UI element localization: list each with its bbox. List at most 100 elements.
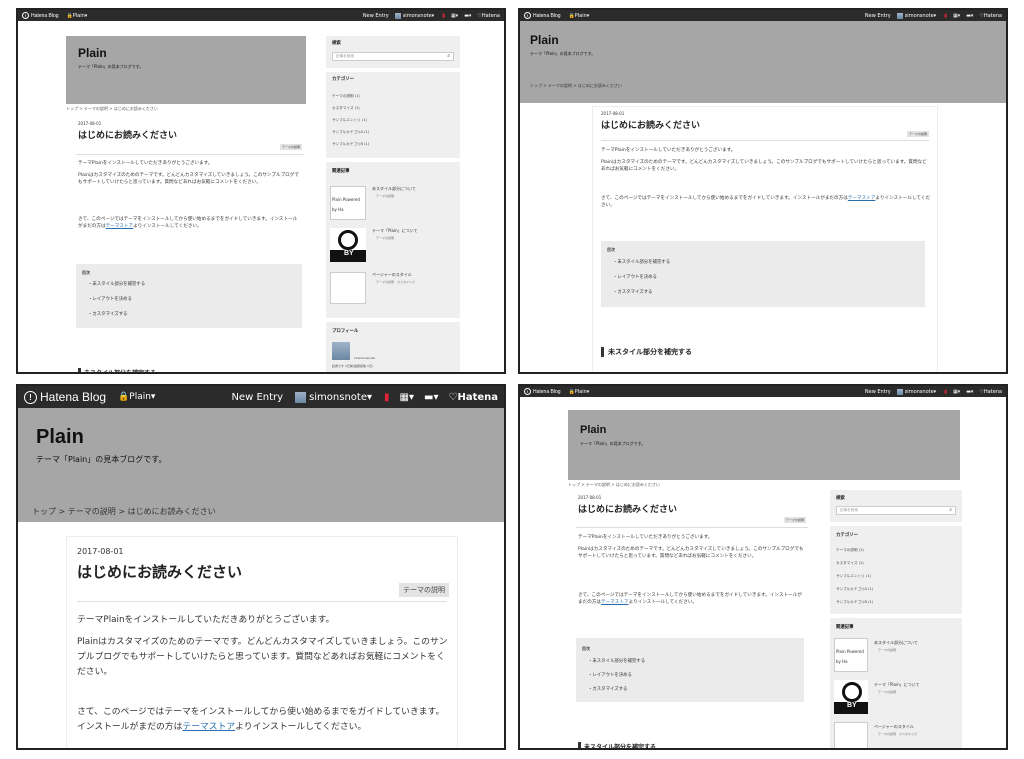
section-heading: 未スタイル部分を補完する bbox=[78, 368, 156, 372]
new-entry-link[interactable]: New Entry bbox=[865, 389, 891, 395]
category-item[interactable]: サンプルカテゴリA (1) bbox=[332, 130, 369, 135]
category-item[interactable]: サンプルカテゴリA (1) bbox=[836, 587, 873, 592]
entry-date[interactable]: 2017-08-01 bbox=[77, 547, 124, 556]
user-menu[interactable]: simonsnote ▾ bbox=[394, 12, 434, 19]
hatena-blog-logo[interactable]: ! Hatena Blog bbox=[524, 388, 561, 395]
blog-title[interactable]: Plain bbox=[36, 426, 84, 449]
hatena-blog-logo[interactable]: ! Hatena Blog bbox=[524, 12, 561, 19]
blog-title[interactable]: Plain bbox=[580, 424, 606, 436]
theme-store-link[interactable]: テーマストア bbox=[848, 196, 876, 201]
theme-store-link[interactable]: テーマストア bbox=[106, 224, 134, 229]
profile-heading: プロフィール bbox=[332, 329, 359, 334]
breadcrumb-category[interactable]: テーマの説明 bbox=[84, 106, 108, 111]
blog-title[interactable]: Plain bbox=[78, 46, 107, 60]
blog-menu[interactable]: 🔒 Plain ▾ bbox=[67, 13, 88, 19]
category-item[interactable]: サンプルカテゴリB (1) bbox=[836, 600, 873, 605]
comment-icon[interactable]: ▬▾ bbox=[424, 392, 438, 403]
bookmark-icon[interactable]: ▮ bbox=[944, 13, 947, 19]
related-title[interactable]: 未スタイル部分について bbox=[372, 186, 416, 192]
hatena-blog-logo[interactable]: ! Hatena Blog bbox=[22, 12, 59, 19]
theme-store-link[interactable]: テーマストア bbox=[182, 722, 235, 732]
toc-item[interactable]: ・カスタマイズする bbox=[88, 311, 127, 317]
comment-icon[interactable]: ▬▾ bbox=[966, 389, 973, 395]
entry-title[interactable]: はじめにお読みください bbox=[578, 502, 677, 515]
search-heading: 検索 bbox=[836, 496, 845, 501]
apps-icon[interactable]: ▦▾ bbox=[400, 392, 414, 403]
related-thumbnail[interactable] bbox=[834, 722, 868, 748]
breadcrumb-top[interactable]: トップ bbox=[568, 482, 580, 487]
hatena-link[interactable]: ♡ Hatena bbox=[448, 392, 498, 403]
related-thumbnail[interactable] bbox=[330, 272, 366, 304]
category-item[interactable]: カスタマイズ (1) bbox=[836, 561, 864, 566]
blog-menu[interactable]: 🔒 Plain ▾ bbox=[569, 389, 590, 395]
user-menu[interactable]: simonsnote ▾ bbox=[295, 391, 372, 403]
hatena-link[interactable]: ♡ Hatena bbox=[979, 389, 1002, 395]
breadcrumb-top[interactable]: トップ bbox=[530, 83, 542, 88]
profile-name[interactable]: id:simonsnote bbox=[354, 356, 375, 360]
entry-category[interactable]: テーマの説明 bbox=[783, 517, 806, 523]
entry-date[interactable]: 2017-08-01 bbox=[78, 121, 101, 126]
entry-date[interactable]: 2017-08-01 bbox=[578, 495, 601, 500]
apps-icon[interactable]: ▦▾ bbox=[451, 13, 458, 19]
category-item[interactable]: テーマの説明 (1) bbox=[332, 94, 360, 99]
toc-item[interactable]: ・未スタイル部分を補完する bbox=[588, 658, 645, 664]
search-icon[interactable]: ⌕ bbox=[949, 507, 952, 513]
related-thumbnail[interactable]: Plain Powered by Ha bbox=[330, 186, 366, 220]
comment-icon[interactable]: ▬▾ bbox=[966, 13, 973, 19]
breadcrumb-top[interactable]: トップ bbox=[32, 507, 56, 516]
blog-title[interactable]: Plain bbox=[530, 33, 559, 47]
toc-item[interactable]: ・カスタマイズする bbox=[588, 686, 627, 692]
category-item[interactable]: サンプルエントリ (1) bbox=[836, 574, 871, 579]
related-thumbnail[interactable]: BY bbox=[834, 680, 868, 714]
toc-item[interactable]: ・レイアウトを決める bbox=[88, 296, 132, 302]
breadcrumb-category[interactable]: テーマの説明 bbox=[548, 83, 572, 88]
related-thumbnail[interactable]: BY bbox=[330, 228, 366, 262]
entry-category[interactable]: テーマの説明 bbox=[906, 131, 929, 137]
entry-title[interactable]: はじめにお読みください bbox=[601, 118, 700, 131]
breadcrumb-top[interactable]: トップ bbox=[66, 106, 78, 111]
hatena-link[interactable]: ♡ Hatena bbox=[477, 13, 500, 19]
entry-category[interactable]: テーマの説明 bbox=[279, 144, 302, 150]
new-entry-link[interactable]: New Entry bbox=[231, 392, 283, 403]
category-item[interactable]: カスタマイズ (1) bbox=[332, 106, 360, 111]
entry-title[interactable]: はじめにお読みください bbox=[78, 128, 177, 141]
new-entry-link[interactable]: New Entry bbox=[865, 13, 891, 19]
blog-menu[interactable]: 🔒 Plain ▾ bbox=[569, 13, 590, 19]
bookmark-icon[interactable]: ▮ bbox=[384, 392, 390, 403]
new-entry-link[interactable]: New Entry bbox=[363, 13, 389, 19]
breadcrumb-category[interactable]: テーマの説明 bbox=[586, 482, 610, 487]
comment-icon[interactable]: ▬▾ bbox=[464, 13, 471, 19]
hatena-link[interactable]: ♡ Hatena bbox=[979, 13, 1002, 19]
breadcrumb-category[interactable]: テーマの説明 bbox=[68, 507, 116, 516]
search-input[interactable]: 記事を検索 ⌕ bbox=[836, 506, 956, 515]
apps-icon[interactable]: ▦▾ bbox=[953, 13, 960, 19]
theme-store-link[interactable]: テーマストア bbox=[601, 600, 629, 605]
related-title[interactable]: 未スタイル部分について bbox=[874, 640, 918, 646]
related-title[interactable]: テーマ「Plain」について bbox=[372, 228, 418, 234]
apps-icon[interactable]: ▦▾ bbox=[953, 389, 960, 395]
profile-avatar[interactable] bbox=[332, 342, 350, 360]
toc-item[interactable]: ・レイアウトを決める bbox=[588, 672, 632, 678]
blog-menu[interactable]: 🔒 Plain ▾ bbox=[118, 392, 155, 402]
entry-title[interactable]: はじめにお読みください bbox=[77, 561, 242, 582]
toc-item[interactable]: ・レイアウトを決める bbox=[613, 274, 657, 280]
user-menu[interactable]: simonsnote ▾ bbox=[896, 388, 936, 395]
search-icon[interactable]: ⌕ bbox=[447, 53, 450, 59]
category-item[interactable]: テーマの説明 (1) bbox=[836, 548, 864, 553]
related-title[interactable]: ページャーのスタイル bbox=[372, 272, 412, 278]
toc-item[interactable]: ・未スタイル部分を補完する bbox=[88, 281, 145, 287]
bookmark-icon[interactable]: ▮ bbox=[442, 13, 445, 19]
search-input[interactable]: 記事を検索 ⌕ bbox=[332, 52, 454, 61]
related-thumbnail[interactable]: Plain Powered by Ha bbox=[834, 638, 868, 672]
user-menu[interactable]: simonsnote ▾ bbox=[896, 12, 936, 19]
entry-date[interactable]: 2017-08-01 bbox=[601, 111, 624, 116]
hatena-blog-logo[interactable]: ! Hatena Blog bbox=[24, 390, 106, 404]
toc-item[interactable]: ・カスタマイズする bbox=[613, 289, 652, 295]
related-title[interactable]: ページャーのスタイル bbox=[874, 724, 914, 730]
bookmark-icon[interactable]: ▮ bbox=[944, 389, 947, 395]
related-title[interactable]: テーマ「Plain」について bbox=[874, 682, 920, 688]
entry-category[interactable]: テーマの説明 bbox=[399, 583, 449, 597]
toc-item[interactable]: ・未スタイル部分を補完する bbox=[613, 259, 670, 265]
category-item[interactable]: サンプルエントリ (1) bbox=[332, 118, 367, 123]
category-item[interactable]: サンプルカテゴリB (1) bbox=[332, 142, 369, 147]
